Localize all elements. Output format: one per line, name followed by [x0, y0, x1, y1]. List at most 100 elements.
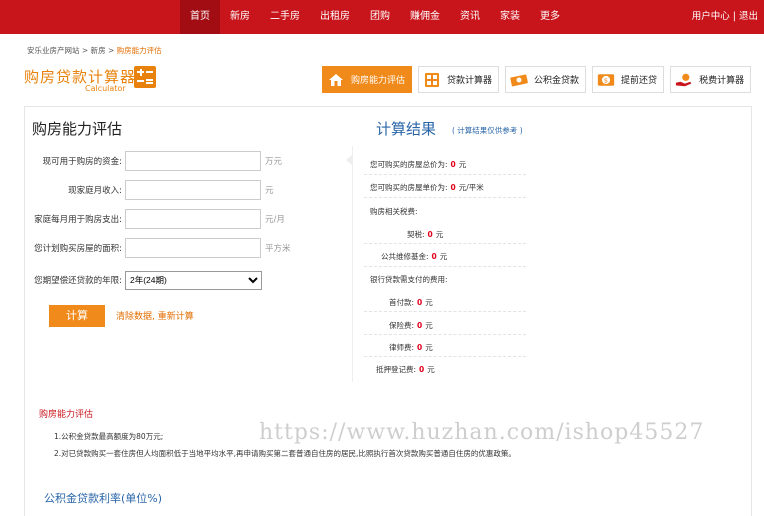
divider [364, 334, 526, 335]
result-down-payment-value: 0 [417, 298, 423, 307]
result-insurance: 保险费: 0 元 [389, 320, 433, 331]
user-links-separator: | [732, 11, 736, 22]
tab-provident-fund-label: 公积金贷款 [534, 76, 580, 86]
result-note: ( 计算结果仅供参考 ) [452, 126, 523, 135]
result-insurance-label: 保险费: [389, 321, 415, 330]
funds-unit: 万元 [265, 157, 283, 167]
tab-affordability-label: 购房能力评估 [351, 76, 406, 86]
divider [364, 197, 526, 198]
years-row: 您期望偿还贷款的年限: 2年(24期) [30, 270, 262, 290]
years-select[interactable]: 2年(24期) [125, 270, 262, 290]
tab-loan-calculator-label: 贷款计算器 [447, 76, 493, 86]
result-maintenance-label: 公共维修基金: [381, 252, 429, 261]
user-links: 用户中心 | 退出 [692, 0, 758, 34]
notes-title: 购房能力评估 [39, 410, 94, 420]
result-unit-price: 您可购买的房屋单价为: 0 元/平米 [370, 182, 484, 193]
monthly-spend-row: 家庭每月用于购房支出: 元/月 [30, 209, 285, 229]
income-input[interactable] [125, 180, 261, 200]
result-deed-tax-unit: 元 [435, 230, 444, 239]
area-unit: 平方米 [265, 244, 291, 254]
top-nav-bar: 首页 新房 二手房 出租房 团购 赚佣金 资讯 家装 更多 用户中心 | 退出 [0, 0, 764, 34]
result-mortgage-fee-value: 0 [419, 365, 425, 374]
result-mortgage-fee-unit: 元 [427, 365, 435, 374]
form-title: 购房能力评估 [32, 120, 123, 138]
area-input[interactable] [125, 238, 261, 258]
calculator-icon [134, 66, 156, 88]
tab-loan-calculator[interactable]: 贷款计算器 [418, 66, 500, 93]
nav-item-commission[interactable]: 赚佣金 [400, 0, 450, 34]
result-insurance-unit: 元 [425, 321, 433, 330]
clear-data-link[interactable]: 清除数据, 重新计算 [116, 309, 194, 322]
watermark-text: https://www.huzhan.com/ishop45527 [259, 420, 705, 445]
funds-label: 现可用于购房的资金: [42, 157, 122, 167]
cash-icon [510, 72, 528, 88]
monthly-spend-label: 家庭每月用于购房支出: [34, 215, 122, 225]
nav-item-home[interactable]: 首页 [180, 0, 220, 34]
result-down-payment: 首付款: 0 元 [389, 297, 433, 308]
result-mortgage-fee-label: 抵押登记费: [376, 365, 417, 374]
result-loan-header: 银行贷款需支付的费用: [370, 275, 448, 284]
funds-input[interactable] [125, 151, 261, 171]
result-down-payment-label: 首付款: [389, 298, 415, 307]
tab-tax-calculator[interactable]: 税费计算器 [670, 66, 752, 93]
funds-row: 现可用于购房的资金: 万元 [30, 151, 282, 171]
result-deed-tax-value: 0 [427, 230, 433, 239]
user-center-link[interactable]: 用户中心 [692, 11, 730, 22]
tab-tax-calculator-label: 税费计算器 [699, 76, 745, 86]
divider [364, 356, 526, 357]
monthly-spend-input[interactable] [125, 209, 261, 229]
nav-item-rental[interactable]: 出租房 [310, 0, 360, 34]
house-icon [327, 72, 345, 88]
nav-item-more[interactable]: 更多 [530, 0, 570, 34]
divider [364, 174, 526, 175]
result-total-value: 0 [450, 160, 456, 169]
tab-prepayment[interactable]: $ 提前还贷 [592, 66, 665, 93]
result-title: 计算结果 [376, 120, 437, 138]
monthly-spend-unit: 元/月 [265, 215, 285, 225]
breadcrumb-sep-1: > [81, 46, 89, 55]
hand-money-icon [675, 72, 693, 88]
income-label: 现家庭月收入: [68, 186, 122, 196]
nav-item-news[interactable]: 资讯 [450, 0, 490, 34]
calculator-tabs: 购房能力评估 贷款计算器 公积金贷款 $ 提前还贷 税费计算器 [322, 66, 752, 93]
result-maintenance: 公共维修基金: 0 元 [381, 251, 447, 262]
area-row: 您计划购买房屋的面积: 平方米 [30, 238, 291, 258]
result-unit-price-label: 您可购买的房屋单价为: [370, 183, 448, 192]
note-line-2: 2.对已贷款购买一套住房但人均面积低于当地平均水平,再申请购买第二套普通自住房的… [54, 449, 516, 458]
svg-text:$: $ [604, 76, 608, 84]
result-deed-tax-label: 契税: [407, 230, 425, 239]
divider [364, 266, 526, 267]
tab-provident-fund[interactable]: 公积金贷款 [505, 66, 587, 93]
divider [364, 311, 526, 312]
nav-item-second-hand[interactable]: 二手房 [260, 0, 310, 34]
calculator-logo: 购房贷款计算器 Calculator [24, 66, 156, 93]
result-insurance-value: 0 [417, 321, 423, 330]
result-unit-price-value: 0 [450, 183, 456, 192]
tab-affordability[interactable]: 购房能力评估 [322, 66, 413, 93]
nav-item-decoration[interactable]: 家装 [490, 0, 530, 34]
nav-item-group-buy[interactable]: 团购 [360, 0, 400, 34]
income-row: 现家庭月收入: 元 [30, 180, 274, 200]
area-label: 您计划购买房屋的面积: [34, 244, 122, 254]
result-maintenance-unit: 元 [439, 252, 448, 261]
income-unit: 元 [265, 186, 274, 196]
breadcrumb-sep-2: > [107, 46, 115, 55]
main-nav: 首页 新房 二手房 出租房 团购 赚佣金 资讯 家装 更多 [180, 0, 570, 34]
breadcrumb-current: 购房能力评估 [116, 46, 162, 55]
result-lawyer-fee-unit: 元 [425, 343, 433, 352]
rate-section-title: 公积金贷款利率(单位%) [44, 492, 163, 505]
result-lawyer-fee-value: 0 [417, 343, 423, 352]
result-maintenance-value: 0 [431, 252, 437, 261]
result-unit-price-unit: 元/平米 [458, 183, 484, 192]
calculate-button[interactable]: 计算 [49, 305, 105, 327]
result-lawyer-fee-label: 律师费: [389, 343, 415, 352]
tab-prepayment-label: 提前还贷 [621, 76, 658, 86]
nav-item-new-house[interactable]: 新房 [220, 0, 260, 34]
logout-link[interactable]: 退出 [739, 11, 758, 22]
breadcrumb-site[interactable]: 安乐业房产网站 [27, 46, 80, 55]
divider [364, 243, 526, 244]
result-tax-header: 购房相关税费: [370, 207, 418, 216]
breadcrumb-section[interactable]: 新房 [91, 46, 106, 55]
result-down-payment-unit: 元 [425, 298, 433, 307]
result-mortgage-fee: 抵押登记费: 0 元 [376, 364, 435, 375]
